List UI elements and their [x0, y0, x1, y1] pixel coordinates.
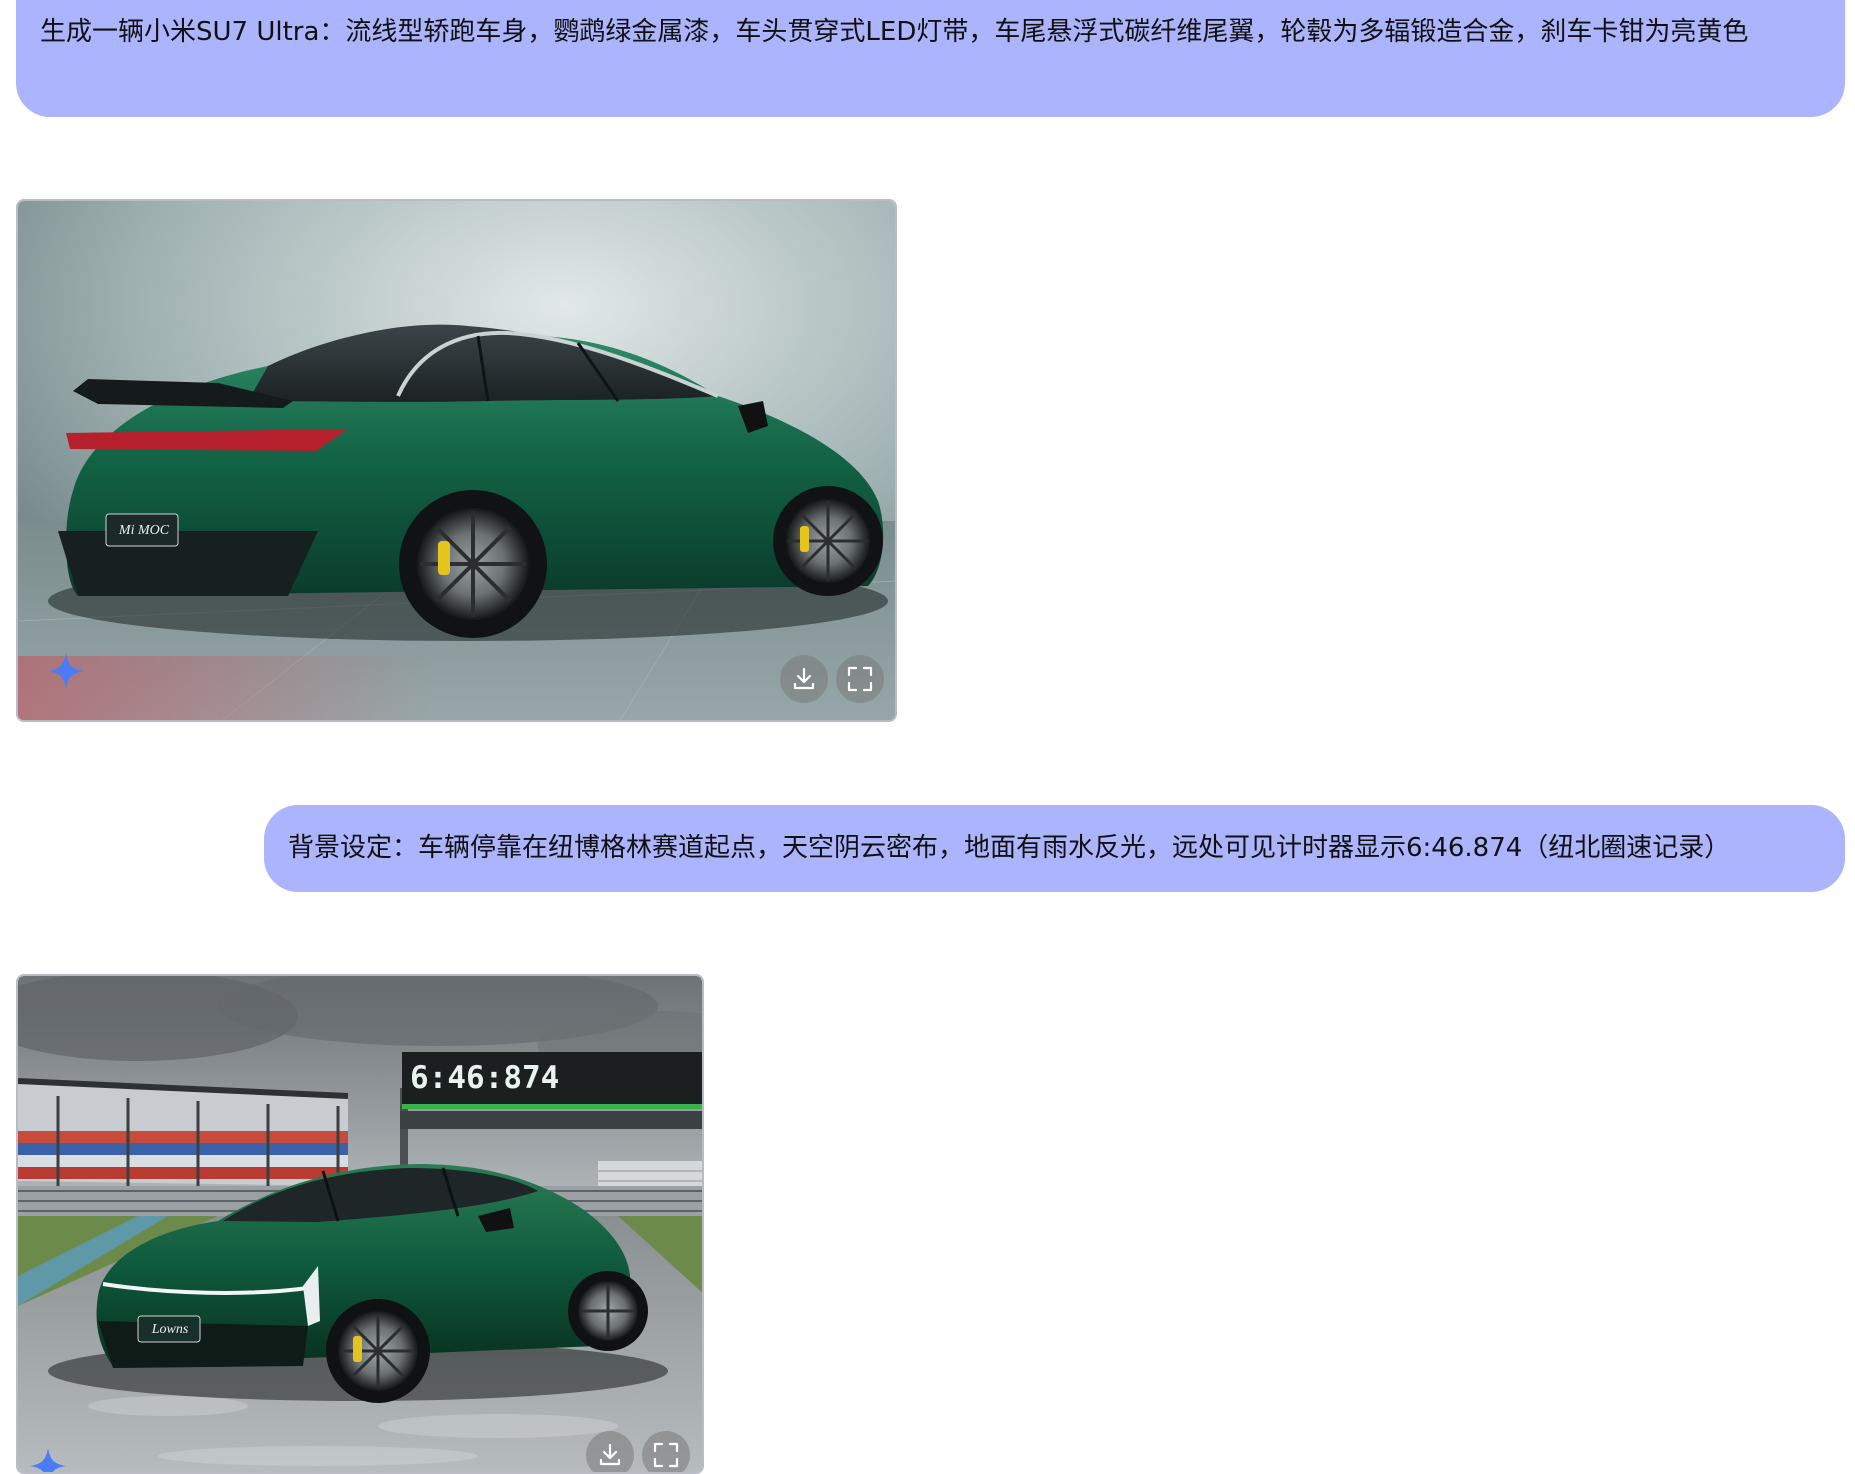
license-plate: Lowns [151, 1322, 189, 1337]
fullscreen-icon [653, 1442, 679, 1468]
fullscreen-icon [847, 666, 873, 692]
download-icon [599, 1443, 621, 1466]
download-button[interactable] [586, 1431, 634, 1472]
user-message-text: 生成一辆小米SU7 Ultra：流线型轿跑车身，鹦鹉绿金属漆，车头贯穿式LED灯… [40, 17, 1749, 47]
car-rear-image [18, 201, 895, 720]
car-track-image [18, 976, 702, 1472]
download-icon [793, 667, 815, 690]
license-plate: Mi MOC [118, 523, 170, 538]
download-button[interactable] [780, 655, 828, 703]
user-message-bubble: 生成一辆小米SU7 Ultra：流线型轿跑车身，鹦鹉绿金属漆，车头贯穿式LED灯… [16, 0, 1845, 117]
lap-timer-display: 6:46:874 [410, 1060, 560, 1096]
generated-image-card[interactable]: Mi MOC [16, 199, 897, 722]
user-message-bubble: 背景设定：车辆停靠在纽博格林赛道起点，天空阴云密布，地面有雨水反光，远处可见计时… [264, 805, 1845, 892]
sparkle-icon [48, 653, 84, 689]
sparkle-icon [30, 1448, 66, 1472]
fullscreen-button[interactable] [642, 1431, 690, 1472]
fullscreen-button[interactable] [836, 655, 884, 703]
user-message-text: 背景设定：车辆停靠在纽博格林赛道起点，天空阴云密布，地面有雨水反光，远处可见计时… [288, 833, 1731, 863]
generated-image-card[interactable]: 6:46:874 Lowns [16, 974, 704, 1474]
